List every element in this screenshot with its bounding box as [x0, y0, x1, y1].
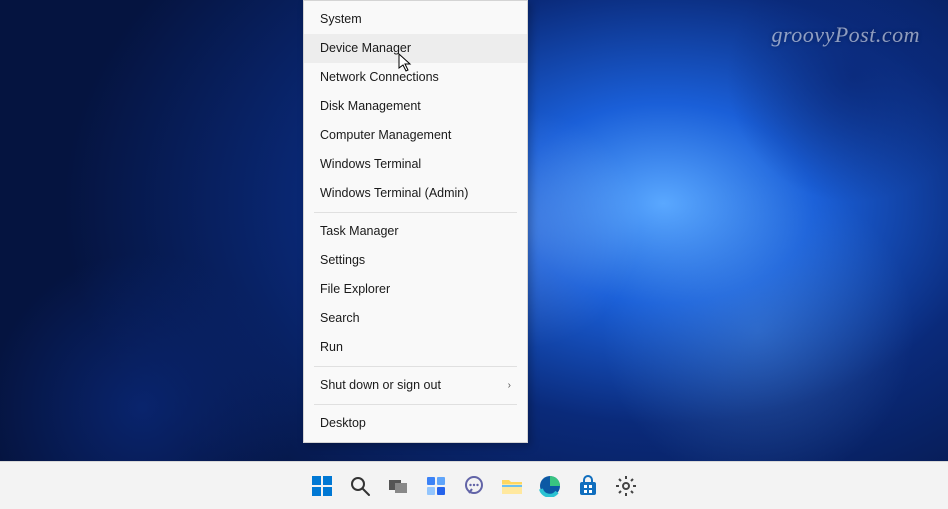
- menu-item-label: Computer Management: [320, 128, 451, 143]
- store-button[interactable]: [574, 472, 602, 500]
- menu-item-task-manager[interactable]: Task Manager: [304, 217, 527, 246]
- menu-item-network-connections[interactable]: Network Connections: [304, 63, 527, 92]
- menu-item-label: Windows Terminal: [320, 157, 421, 172]
- menu-item-label: Task Manager: [320, 224, 399, 239]
- menu-separator: [314, 212, 517, 213]
- menu-item-file-explorer[interactable]: File Explorer: [304, 275, 527, 304]
- winx-context-menu: System Device Manager Network Connections D…: [303, 0, 528, 443]
- search-button[interactable]: [346, 472, 374, 500]
- menu-separator: [314, 366, 517, 367]
- edge-button[interactable]: [536, 472, 564, 500]
- task-view-button[interactable]: [384, 472, 412, 500]
- menu-item-label: System: [320, 12, 362, 27]
- menu-item-label: Shut down or sign out: [320, 378, 441, 393]
- menu-item-label: Device Manager: [320, 41, 411, 56]
- menu-item-label: Search: [320, 311, 360, 326]
- menu-item-settings[interactable]: Settings: [304, 246, 527, 275]
- taskbar: [0, 461, 948, 509]
- menu-item-windows-terminal[interactable]: Windows Terminal: [304, 150, 527, 179]
- chevron-right-icon: ›: [508, 380, 511, 392]
- menu-item-label: Desktop: [320, 416, 366, 431]
- menu-item-label: Run: [320, 340, 343, 355]
- menu-item-label: Windows Terminal (Admin): [320, 186, 468, 201]
- menu-item-windows-terminal-admin[interactable]: Windows Terminal (Admin): [304, 179, 527, 208]
- menu-item-label: Network Connections: [320, 70, 439, 85]
- menu-item-computer-management[interactable]: Computer Management: [304, 121, 527, 150]
- menu-separator: [314, 404, 517, 405]
- menu-item-desktop[interactable]: Desktop: [304, 409, 527, 438]
- menu-item-device-manager[interactable]: Device Manager: [304, 34, 527, 63]
- menu-item-label: File Explorer: [320, 282, 390, 297]
- menu-item-search[interactable]: Search: [304, 304, 527, 333]
- watermark-text: groovyPost.com: [771, 22, 920, 48]
- menu-item-system[interactable]: System: [304, 5, 527, 34]
- widgets-button[interactable]: [422, 472, 450, 500]
- file-explorer-button[interactable]: [498, 472, 526, 500]
- settings-button[interactable]: [612, 472, 640, 500]
- start-button[interactable]: [308, 472, 336, 500]
- menu-item-disk-management[interactable]: Disk Management: [304, 92, 527, 121]
- menu-item-label: Disk Management: [320, 99, 421, 114]
- menu-item-run[interactable]: Run: [304, 333, 527, 362]
- chat-button[interactable]: [460, 472, 488, 500]
- menu-item-label: Settings: [320, 253, 365, 268]
- menu-item-shutdown[interactable]: Shut down or sign out ›: [304, 371, 527, 400]
